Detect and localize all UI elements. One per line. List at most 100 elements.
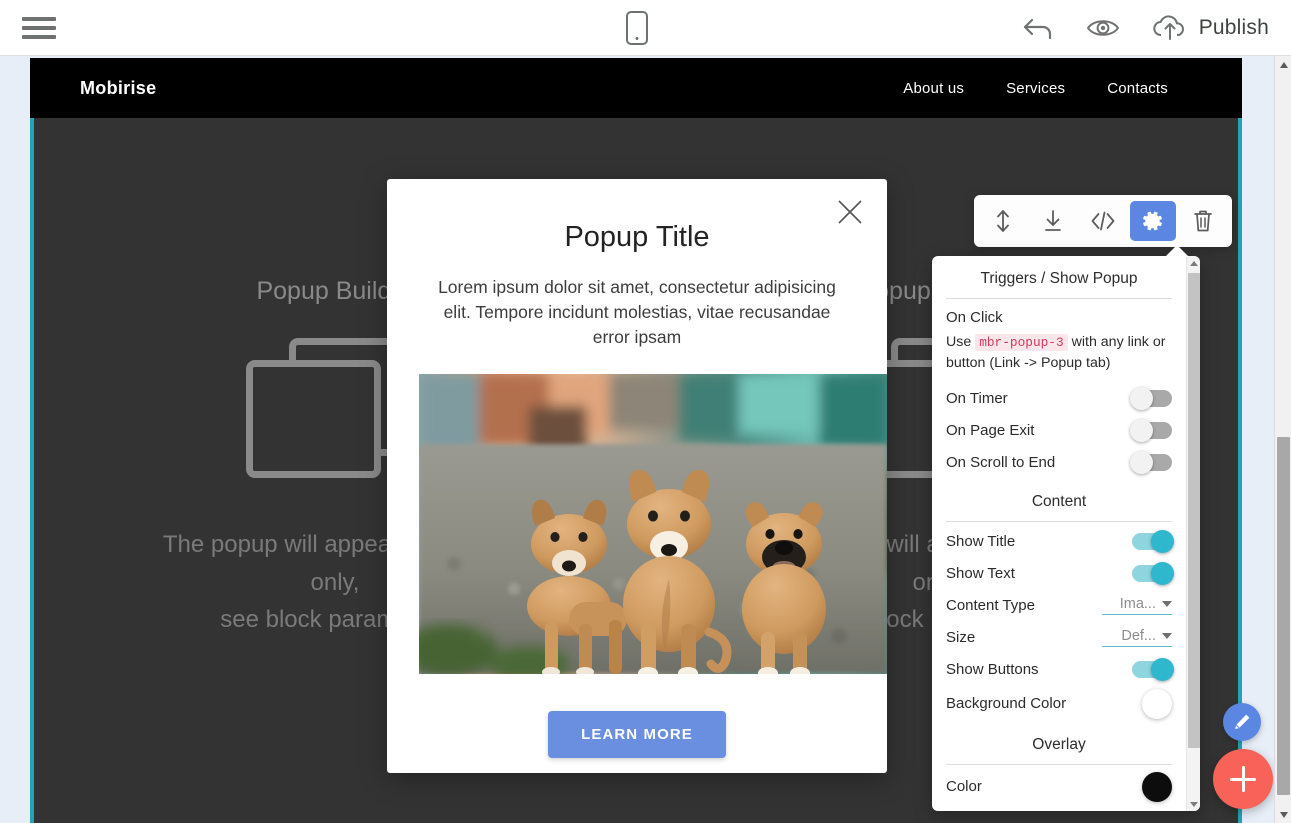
block-toolbar xyxy=(974,195,1232,247)
hamburger-menu-icon[interactable] xyxy=(22,14,56,42)
up-down-arrow-icon xyxy=(992,208,1014,234)
hamburger-bar xyxy=(22,26,56,30)
on-timer-row: On Timer xyxy=(946,383,1172,415)
show-buttons-label: Show Buttons xyxy=(946,661,1039,678)
app-topbar: Publish xyxy=(0,0,1291,56)
learn-more-button[interactable]: LEARN MORE xyxy=(548,711,726,758)
code-brackets-icon xyxy=(1090,209,1116,233)
panel-caret xyxy=(1165,245,1189,257)
overlay-color-swatch[interactable] xyxy=(1142,772,1172,802)
panel-scroll-up-arrow[interactable] xyxy=(1187,256,1200,270)
publish-button[interactable]: Publish xyxy=(1151,13,1269,43)
on-page-exit-label: On Page Exit xyxy=(946,422,1034,439)
device-body xyxy=(626,11,648,45)
show-title-row: Show Title xyxy=(946,526,1172,558)
download-arrow-icon xyxy=(1042,208,1064,234)
on-scroll-to-end-row: On Scroll to End xyxy=(946,447,1172,479)
overlay-color-row: Color xyxy=(946,769,1172,805)
toggle-knob xyxy=(1151,562,1174,585)
popup-image xyxy=(419,374,887,674)
popup-text: Lorem ipsum dolor sit amet, consectetur … xyxy=(419,275,855,350)
placeholder-line-2: only, xyxy=(311,569,360,596)
content-type-value: Ima... xyxy=(1120,596,1156,612)
block-parameters-button[interactable] xyxy=(1130,201,1176,241)
edit-styles-button[interactable] xyxy=(1223,703,1261,741)
cloud-upload-icon xyxy=(1151,13,1189,43)
pencil-edit-icon xyxy=(1232,712,1252,732)
content-section-heading: Content xyxy=(946,479,1172,522)
size-value: Def... xyxy=(1121,628,1156,644)
topbar-actions: Publish xyxy=(1021,0,1269,56)
overlay-color-label: Color xyxy=(946,778,982,795)
window-scroll-up-arrow[interactable] xyxy=(1275,56,1291,73)
popup-id-hint: Use mbr-popup-3 with any link or button … xyxy=(946,330,1172,383)
nav-item-about-us[interactable]: About us xyxy=(903,80,964,97)
panel-scroll-thumb[interactable] xyxy=(1188,273,1200,748)
window-scrollbar[interactable] xyxy=(1274,56,1291,823)
mobile-device-icon[interactable] xyxy=(623,11,651,45)
nav-item-contacts[interactable]: Contacts xyxy=(1107,80,1168,97)
show-text-toggle[interactable] xyxy=(1132,565,1172,582)
gear-icon xyxy=(1141,209,1165,233)
popup-modal: Popup Title Lorem ipsum dolor sit amet, … xyxy=(387,179,887,773)
toggle-knob xyxy=(1151,658,1174,681)
hamburger-bar xyxy=(22,35,56,39)
close-x-icon[interactable] xyxy=(835,197,865,227)
content-type-label: Content Type xyxy=(946,597,1035,614)
on-scroll-to-end-label: On Scroll to End xyxy=(946,454,1055,471)
window-scroll-down-arrow[interactable] xyxy=(1275,806,1291,823)
site-logo[interactable]: Mobirise xyxy=(80,78,156,99)
background-color-label: Background Color xyxy=(946,695,1066,712)
insert-block-button[interactable] xyxy=(1030,201,1076,241)
site-header-block[interactable]: Mobirise About us Services Contacts xyxy=(30,58,1242,118)
size-label: Size xyxy=(946,629,975,646)
block-settings-panel: Triggers / Show Popup On Click Use mbr-p… xyxy=(932,256,1200,811)
toggle-knob xyxy=(1151,530,1174,553)
undo-arrow-icon[interactable] xyxy=(1021,13,1055,43)
on-timer-toggle[interactable] xyxy=(1132,390,1172,407)
on-page-exit-row: On Page Exit xyxy=(946,415,1172,447)
toggle-knob xyxy=(1130,419,1153,442)
eye-preview-icon[interactable] xyxy=(1085,14,1121,42)
show-title-toggle[interactable] xyxy=(1132,533,1172,550)
add-block-button[interactable] xyxy=(1213,749,1273,809)
show-buttons-toggle[interactable] xyxy=(1132,661,1172,678)
nav-item-services[interactable]: Services xyxy=(1006,80,1065,97)
popup-button-row: LEARN MORE xyxy=(419,711,855,758)
size-row: Size Def... xyxy=(946,622,1172,654)
on-page-exit-toggle[interactable] xyxy=(1132,422,1172,439)
window-scroll-thumb[interactable] xyxy=(1277,437,1290,795)
on-click-label: On Click xyxy=(946,303,1172,330)
popup-id-code[interactable]: mbr-popup-3 xyxy=(975,334,1067,351)
hint-prefix: Use xyxy=(946,334,971,350)
show-title-label: Show Title xyxy=(946,533,1015,550)
delete-block-button[interactable] xyxy=(1180,201,1226,241)
overlay-section-heading: Overlay xyxy=(946,722,1172,765)
background-color-swatch[interactable] xyxy=(1142,689,1172,719)
popup-title: Popup Title xyxy=(419,221,855,254)
show-text-label: Show Text xyxy=(946,565,1015,582)
on-scroll-to-end-toggle[interactable] xyxy=(1132,454,1172,471)
content-type-select[interactable]: Ima... xyxy=(1102,596,1172,615)
toggle-knob xyxy=(1130,387,1153,410)
hamburger-bar xyxy=(22,17,56,21)
square-front xyxy=(246,360,381,478)
on-timer-label: On Timer xyxy=(946,390,1008,407)
size-select[interactable]: Def... xyxy=(1102,628,1172,647)
chevron-down-icon xyxy=(1190,802,1198,807)
chevron-up-icon xyxy=(1190,261,1198,266)
settings-panel-content: Triggers / Show Popup On Click Use mbr-p… xyxy=(932,256,1186,811)
show-buttons-row: Show Buttons xyxy=(946,654,1172,686)
trash-icon xyxy=(1192,208,1214,234)
show-text-row: Show Text xyxy=(946,558,1172,590)
chevron-down-icon xyxy=(1162,633,1172,639)
move-block-button[interactable] xyxy=(980,201,1026,241)
panel-scroll-down-arrow[interactable] xyxy=(1187,797,1200,811)
publish-label: Publish xyxy=(1199,16,1269,40)
toggle-knob xyxy=(1130,451,1153,474)
panel-scrollbar[interactable] xyxy=(1186,256,1200,811)
triggers-section-heading: Triggers / Show Popup xyxy=(946,256,1172,299)
edit-code-button[interactable] xyxy=(1080,201,1126,241)
site-nav: About us Services Contacts xyxy=(903,80,1168,97)
chevron-down-icon xyxy=(1162,601,1172,607)
